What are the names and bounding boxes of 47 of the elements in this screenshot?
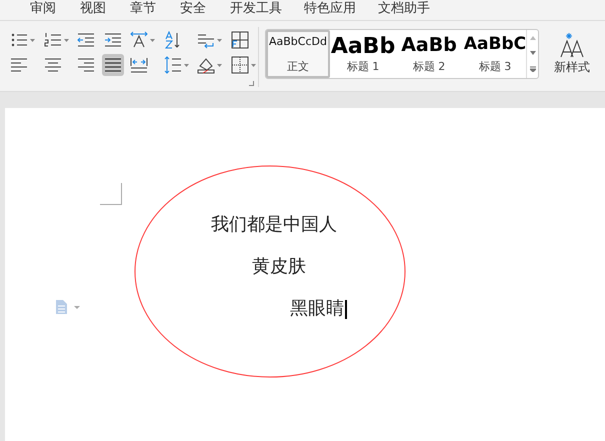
menu-tab[interactable]: 视图 — [80, 1, 106, 17]
caret-icon — [64, 38, 68, 42]
outdent-icon — [77, 31, 95, 49]
bullets-icon — [10, 31, 28, 49]
caret-icon — [217, 64, 222, 66]
align-right-icon — [77, 56, 95, 74]
style-option[interactable]: AaBb 标题 1 — [330, 30, 396, 78]
document-text: 黑眼睛 — [290, 297, 344, 321]
menu-tab[interactable]: 审阅 — [30, 1, 56, 17]
menu-tab[interactable]: 开发工具 — [230, 1, 282, 17]
expand-icon[interactable] — [530, 66, 536, 72]
numbering-icon — [44, 31, 62, 49]
scroll-down-icon[interactable] — [530, 50, 536, 55]
caret-icon — [150, 38, 155, 42]
line-spacing-button[interactable] — [162, 54, 191, 76]
menu-tab[interactable]: 文档助手 — [378, 1, 430, 17]
table-layout-icon — [230, 31, 248, 49]
align-center-icon — [44, 56, 62, 74]
borders-button[interactable] — [228, 54, 258, 76]
menu-tab[interactable]: 安全 — [180, 1, 206, 17]
menu-tab[interactable]: 特色应用 — [304, 1, 356, 17]
distribute-icon — [130, 56, 148, 74]
style-option[interactable]: AaBbC 标题 3 — [462, 30, 526, 78]
justify-icon — [104, 56, 122, 74]
style-option[interactable]: AaBbCcDd 正文 — [266, 30, 330, 78]
indent-icon — [104, 31, 122, 49]
caret-icon — [30, 38, 35, 42]
new-style-button[interactable]: 新样式 — [545, 27, 599, 81]
borders-icon — [230, 56, 248, 74]
caret-icon — [217, 38, 222, 42]
new-style-icon — [559, 32, 585, 58]
menu-tab[interactable]: 章节 — [130, 1, 156, 17]
ellipse-shape[interactable] — [134, 165, 406, 378]
sort-icon — [164, 31, 182, 49]
document-text: 黄皮肤 — [252, 255, 306, 279]
shading-icon — [197, 56, 215, 74]
document-text: 我们都是中国人 — [211, 213, 337, 237]
page-corner-mark — [100, 183, 122, 205]
justify-button[interactable] — [102, 54, 124, 76]
caret-icon — [250, 64, 256, 66]
line-spacing-icon — [164, 56, 182, 74]
align-left-icon — [10, 56, 28, 74]
gallery-scrollbar[interactable] — [526, 30, 538, 78]
dialog-launcher-icon[interactable] — [249, 81, 254, 86]
style-option[interactable]: AaBb 标题 2 — [396, 30, 462, 78]
text-direction-icon — [130, 31, 148, 49]
caret-icon — [184, 64, 188, 66]
